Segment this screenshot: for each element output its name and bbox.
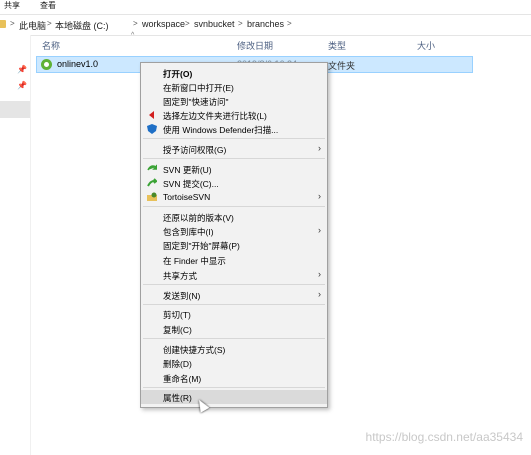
menu-open[interactable]: 打开(O) bbox=[141, 66, 327, 80]
column-date[interactable]: 修改日期 bbox=[237, 39, 273, 52]
menu-label: SVN 提交(C)... bbox=[163, 179, 219, 189]
menu-defender-scan[interactable]: 使用 Windows Defender扫描... bbox=[141, 122, 327, 136]
menu-copy[interactable]: 复制(C) bbox=[141, 322, 327, 336]
breadcrumb-svnbucket[interactable]: svnbucket bbox=[194, 19, 235, 29]
folder-icon bbox=[0, 20, 6, 28]
menu-pin-quick-access[interactable]: 固定到"快速访问" bbox=[141, 94, 327, 108]
submenu-arrow-icon: › bbox=[318, 289, 321, 299]
menu-label: 共享方式 bbox=[163, 271, 198, 281]
breadcrumb-workspace[interactable]: workspace bbox=[142, 19, 185, 29]
svn-update-icon bbox=[147, 164, 158, 174]
menu-share-with[interactable]: 共享方式 › bbox=[141, 268, 327, 282]
file-name[interactable]: onlinev1.0 bbox=[57, 59, 98, 69]
compare-arrow-icon bbox=[147, 110, 157, 120]
menu-send-to[interactable]: 发送到(N) › bbox=[141, 288, 327, 302]
watermark: https://blog.csdn.net/aa35434 bbox=[365, 430, 523, 444]
submenu-arrow-icon: › bbox=[318, 191, 321, 201]
address-bar[interactable]: > 此电脑 > 本地磁盘 (C:) > workspace > svnbucke… bbox=[0, 14, 531, 36]
menu-separator bbox=[143, 138, 325, 139]
menu-separator bbox=[143, 284, 325, 285]
ribbon-tabs: 共享 查看 bbox=[0, 0, 531, 11]
tab-share[interactable]: 共享 bbox=[4, 0, 20, 11]
menu-label: 剪切(T) bbox=[163, 310, 191, 320]
menu-label: SVN 更新(U) bbox=[163, 165, 212, 175]
submenu-arrow-icon: › bbox=[318, 269, 321, 279]
tab-view[interactable]: 查看 bbox=[40, 0, 56, 11]
breadcrumb-separator[interactable]: > bbox=[185, 19, 190, 28]
menu-show-in-finder[interactable]: 在 Finder 中显示 bbox=[141, 253, 327, 267]
menu-separator bbox=[143, 206, 325, 207]
context-menu: 打开(O) 在新窗口中打开(E) 固定到"快速访问" 选择左边文件夹进行比较(L… bbox=[140, 62, 328, 408]
sort-up-icon: ^ bbox=[131, 32, 135, 39]
menu-pin-start[interactable]: 固定到"开始"屏幕(P) bbox=[141, 238, 327, 252]
breadcrumb-branches[interactable]: branches bbox=[247, 19, 284, 29]
menu-separator bbox=[143, 158, 325, 159]
menu-label: 发送到(N) bbox=[163, 291, 201, 301]
breadcrumb-separator[interactable]: > bbox=[47, 19, 52, 28]
menu-restore-previous[interactable]: 还原以前的版本(V) bbox=[141, 210, 327, 224]
menu-tortoisesvn[interactable]: TortoiseSVN › bbox=[141, 190, 327, 204]
menu-compare-left[interactable]: 选择左边文件夹进行比较(L) bbox=[141, 108, 327, 122]
column-name[interactable]: 名称 bbox=[42, 39, 60, 52]
submenu-arrow-icon: › bbox=[318, 143, 321, 153]
menu-grant-access[interactable]: 授予访问权限(G) › bbox=[141, 142, 327, 156]
column-type[interactable]: 类型 bbox=[328, 39, 346, 52]
menu-open-new-window[interactable]: 在新窗口中打开(E) bbox=[141, 80, 327, 94]
breadcrumb-separator[interactable]: > bbox=[10, 19, 15, 28]
breadcrumb-local-disk[interactable]: 本地磁盘 (C:) bbox=[55, 19, 109, 32]
menu-label: 授予访问权限(G) bbox=[163, 145, 227, 155]
menu-delete[interactable]: 删除(D) bbox=[141, 356, 327, 370]
menu-label: 使用 Windows Defender扫描... bbox=[163, 125, 279, 135]
menu-properties[interactable]: 属性(R) bbox=[141, 390, 327, 404]
menu-rename[interactable]: 重命名(M) bbox=[141, 371, 327, 385]
pin-icon: 📌 bbox=[17, 81, 27, 90]
tortoisesvn-icon bbox=[147, 192, 157, 202]
file-type: 文件夹 bbox=[328, 61, 356, 71]
menu-create-shortcut[interactable]: 创建快捷方式(S) bbox=[141, 342, 327, 356]
menu-label: 在 Finder 中显示 bbox=[163, 256, 226, 266]
menu-label: 还原以前的版本(V) bbox=[163, 213, 234, 223]
column-size[interactable]: 大小 bbox=[417, 39, 435, 52]
menu-separator bbox=[143, 304, 325, 305]
breadcrumb-separator[interactable]: > bbox=[133, 19, 138, 28]
menu-label: 固定到"快速访问" bbox=[163, 97, 229, 107]
menu-separator bbox=[143, 338, 325, 339]
breadcrumb-separator[interactable]: > bbox=[287, 19, 292, 28]
pin-icon: 📌 bbox=[17, 65, 27, 74]
menu-label: 复制(C) bbox=[163, 325, 192, 335]
menu-label: 删除(D) bbox=[163, 359, 192, 369]
breadcrumb-this-pc[interactable]: 此电脑 bbox=[19, 19, 46, 32]
menu-label: 包含到库中(I) bbox=[163, 227, 214, 237]
nav-selected-item[interactable] bbox=[0, 101, 30, 118]
menu-svn-update[interactable]: SVN 更新(U) bbox=[141, 162, 327, 176]
svn-folder-icon bbox=[41, 59, 52, 70]
menu-label: 固定到"开始"屏幕(P) bbox=[163, 241, 240, 251]
menu-label: 重命名(M) bbox=[163, 374, 202, 384]
svn-commit-icon bbox=[147, 178, 160, 188]
menu-label: 创建快捷方式(S) bbox=[163, 345, 226, 355]
navigation-pane[interactable]: 📌 📌 bbox=[0, 35, 31, 455]
menu-label: 属性(R) bbox=[163, 393, 192, 403]
menu-svn-commit[interactable]: SVN 提交(C)... bbox=[141, 176, 327, 190]
submenu-arrow-icon: › bbox=[318, 225, 321, 235]
menu-separator bbox=[143, 387, 325, 388]
menu-label: 打开(O) bbox=[163, 69, 193, 79]
menu-label: 选择左边文件夹进行比较(L) bbox=[163, 111, 267, 121]
breadcrumb-separator[interactable]: > bbox=[238, 19, 243, 28]
menu-include-library[interactable]: 包含到库中(I) › bbox=[141, 224, 327, 238]
menu-label: 在新窗口中打开(E) bbox=[163, 83, 234, 93]
menu-cut[interactable]: 剪切(T) bbox=[141, 307, 327, 321]
menu-label: TortoiseSVN bbox=[163, 192, 211, 202]
shield-icon bbox=[147, 124, 157, 134]
